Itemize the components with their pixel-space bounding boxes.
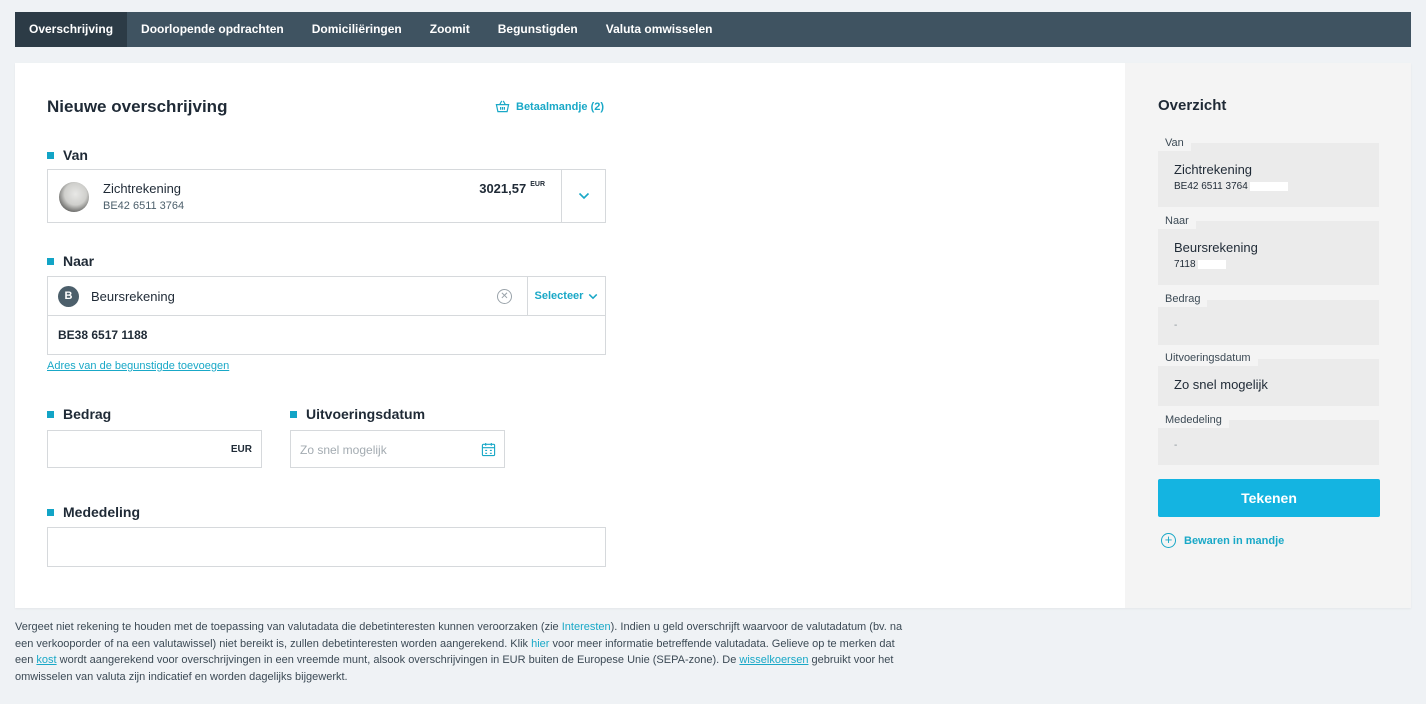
overview-naar-label: Naar xyxy=(1158,215,1196,229)
select-beneficiary-label: Selecteer xyxy=(534,290,584,302)
bedrag-label-text: Bedrag xyxy=(63,406,112,422)
save-to-basket-link[interactable]: + Bewaren in mandje xyxy=(1161,533,1284,548)
tab-zoomit[interactable]: Zoomit xyxy=(416,12,484,47)
calendar-icon[interactable] xyxy=(481,442,496,457)
basket-link-label: Betaalmandje (2) xyxy=(516,100,605,113)
uitvoeringsdatum-label-text: Uitvoeringsdatum xyxy=(306,406,426,422)
naar-label-text: Naar xyxy=(63,253,95,269)
kost-link[interactable]: kost xyxy=(36,654,56,666)
overview-date-block: Zo snel mogelijk xyxy=(1158,359,1379,406)
add-address-link[interactable]: Adres van de begunstigde toevoegen xyxy=(47,360,229,372)
tab-overschrijving[interactable]: Overschrijving xyxy=(15,12,128,47)
save-to-basket-label: Bewaren in mandje xyxy=(1184,534,1285,547)
chevron-down-icon xyxy=(578,192,589,200)
overview-panel: Overzicht Zichtrekening BE42 6511 3764 V… xyxy=(1125,63,1411,608)
naar-label: Naar xyxy=(47,253,94,269)
tab-doorlopende-opdrachten[interactable]: Doorlopende opdrachten xyxy=(127,12,298,47)
overview-naar-block: Beursrekening 7118 xyxy=(1158,221,1379,285)
sign-button[interactable]: Tekenen xyxy=(1158,479,1380,517)
overview-van-label: Van xyxy=(1158,137,1191,151)
beneficiary-name: Beursrekening xyxy=(91,289,175,304)
hier-link[interactable]: hier xyxy=(531,638,549,650)
basket-link[interactable]: Betaalmandje (2) xyxy=(495,99,604,114)
from-account-display[interactable]: Zichtrekening BE42 6511 3764 3021,57 EUR xyxy=(48,170,561,222)
account-avatar xyxy=(59,182,89,212)
transfer-card: Nieuwe overschrijving Betaalmandje (2) V… xyxy=(15,63,1411,608)
basket-icon xyxy=(495,100,510,113)
uitvoeringsdatum-label: Uitvoeringsdatum xyxy=(290,406,425,422)
masked-digits xyxy=(1249,181,1288,191)
van-label: Van xyxy=(47,147,88,163)
amount-currency: EUR xyxy=(230,444,252,455)
overview-date-value: Zo snel mogelijk xyxy=(1174,377,1268,392)
beneficiary-name-field[interactable]: B Beursrekening ✕ xyxy=(48,277,527,315)
from-account-dropdown-button[interactable] xyxy=(561,170,605,222)
plus-circle-icon: + xyxy=(1161,533,1176,548)
overview-bedrag-label: Bedrag xyxy=(1158,293,1208,307)
amount-input[interactable]: EUR xyxy=(47,430,262,468)
balance-currency: EUR xyxy=(530,180,545,188)
overview-bedrag-value: - xyxy=(1174,320,1178,331)
overview-title: Overzicht xyxy=(1158,97,1227,114)
van-label-text: Van xyxy=(63,147,88,163)
page-title: Nieuwe overschrijving xyxy=(47,97,228,116)
value-date-footnote: Vergeet niet rekening te houden met de t… xyxy=(15,621,903,683)
overview-naar-iban: 7118 xyxy=(1174,259,1226,270)
execution-date-placeholder: Zo snel mogelijk xyxy=(300,443,387,457)
overview-date-label: Uitvoeringsdatum xyxy=(1158,352,1258,366)
from-account-name: Zichtrekening xyxy=(103,181,182,196)
beneficiary-box: B Beursrekening ✕ Selecteer BE38 6517 11… xyxy=(47,276,606,355)
interesten-link[interactable]: Interesten xyxy=(562,621,611,633)
bullet-icon xyxy=(47,151,54,159)
beneficiary-iban-field[interactable]: BE38 6517 1188 xyxy=(48,316,605,354)
execution-date-input[interactable]: Zo snel mogelijk xyxy=(290,430,505,468)
message-input[interactable] xyxy=(47,527,606,567)
overview-naar-name: Beursrekening xyxy=(1174,240,1258,255)
tab-valuta-omwisselen[interactable]: Valuta omwisselen xyxy=(592,12,727,47)
masked-digits xyxy=(1197,259,1226,269)
tab-domicilieringen[interactable]: Domiciliëringen xyxy=(298,12,416,47)
overview-mededeling-label: Mededeling xyxy=(1158,414,1229,428)
overview-van-iban: BE42 6511 3764 xyxy=(1174,181,1288,192)
bedrag-label: Bedrag xyxy=(47,406,111,422)
tab-begunstigden[interactable]: Begunstigden xyxy=(484,12,592,47)
overview-van-name: Zichtrekening xyxy=(1174,162,1253,177)
select-beneficiary-button[interactable]: Selecteer xyxy=(527,277,605,315)
bullet-icon xyxy=(47,508,54,516)
clear-icon[interactable]: ✕ xyxy=(497,289,512,304)
from-account-balance: 3021,57 EUR xyxy=(479,180,545,196)
mededeling-label: Mededeling xyxy=(47,504,140,520)
chevron-down-icon xyxy=(589,293,598,299)
overview-van-block: Zichtrekening BE42 6511 3764 xyxy=(1158,143,1379,207)
from-account-iban: BE42 6511 3764 xyxy=(103,200,185,212)
bullet-icon xyxy=(47,410,54,418)
beneficiary-avatar: B xyxy=(58,286,79,307)
bullet-icon xyxy=(47,257,54,265)
tab-bar: Overschrijving Doorlopende opdrachten Do… xyxy=(15,12,1411,47)
mededeling-label-text: Mededeling xyxy=(63,504,141,520)
bullet-icon xyxy=(290,410,297,418)
overview-mededeling-value: - xyxy=(1174,440,1178,451)
wisselkoersen-link[interactable]: wisselkoersen xyxy=(739,654,808,666)
from-account-selector[interactable]: Zichtrekening BE42 6511 3764 3021,57 EUR xyxy=(47,169,606,223)
